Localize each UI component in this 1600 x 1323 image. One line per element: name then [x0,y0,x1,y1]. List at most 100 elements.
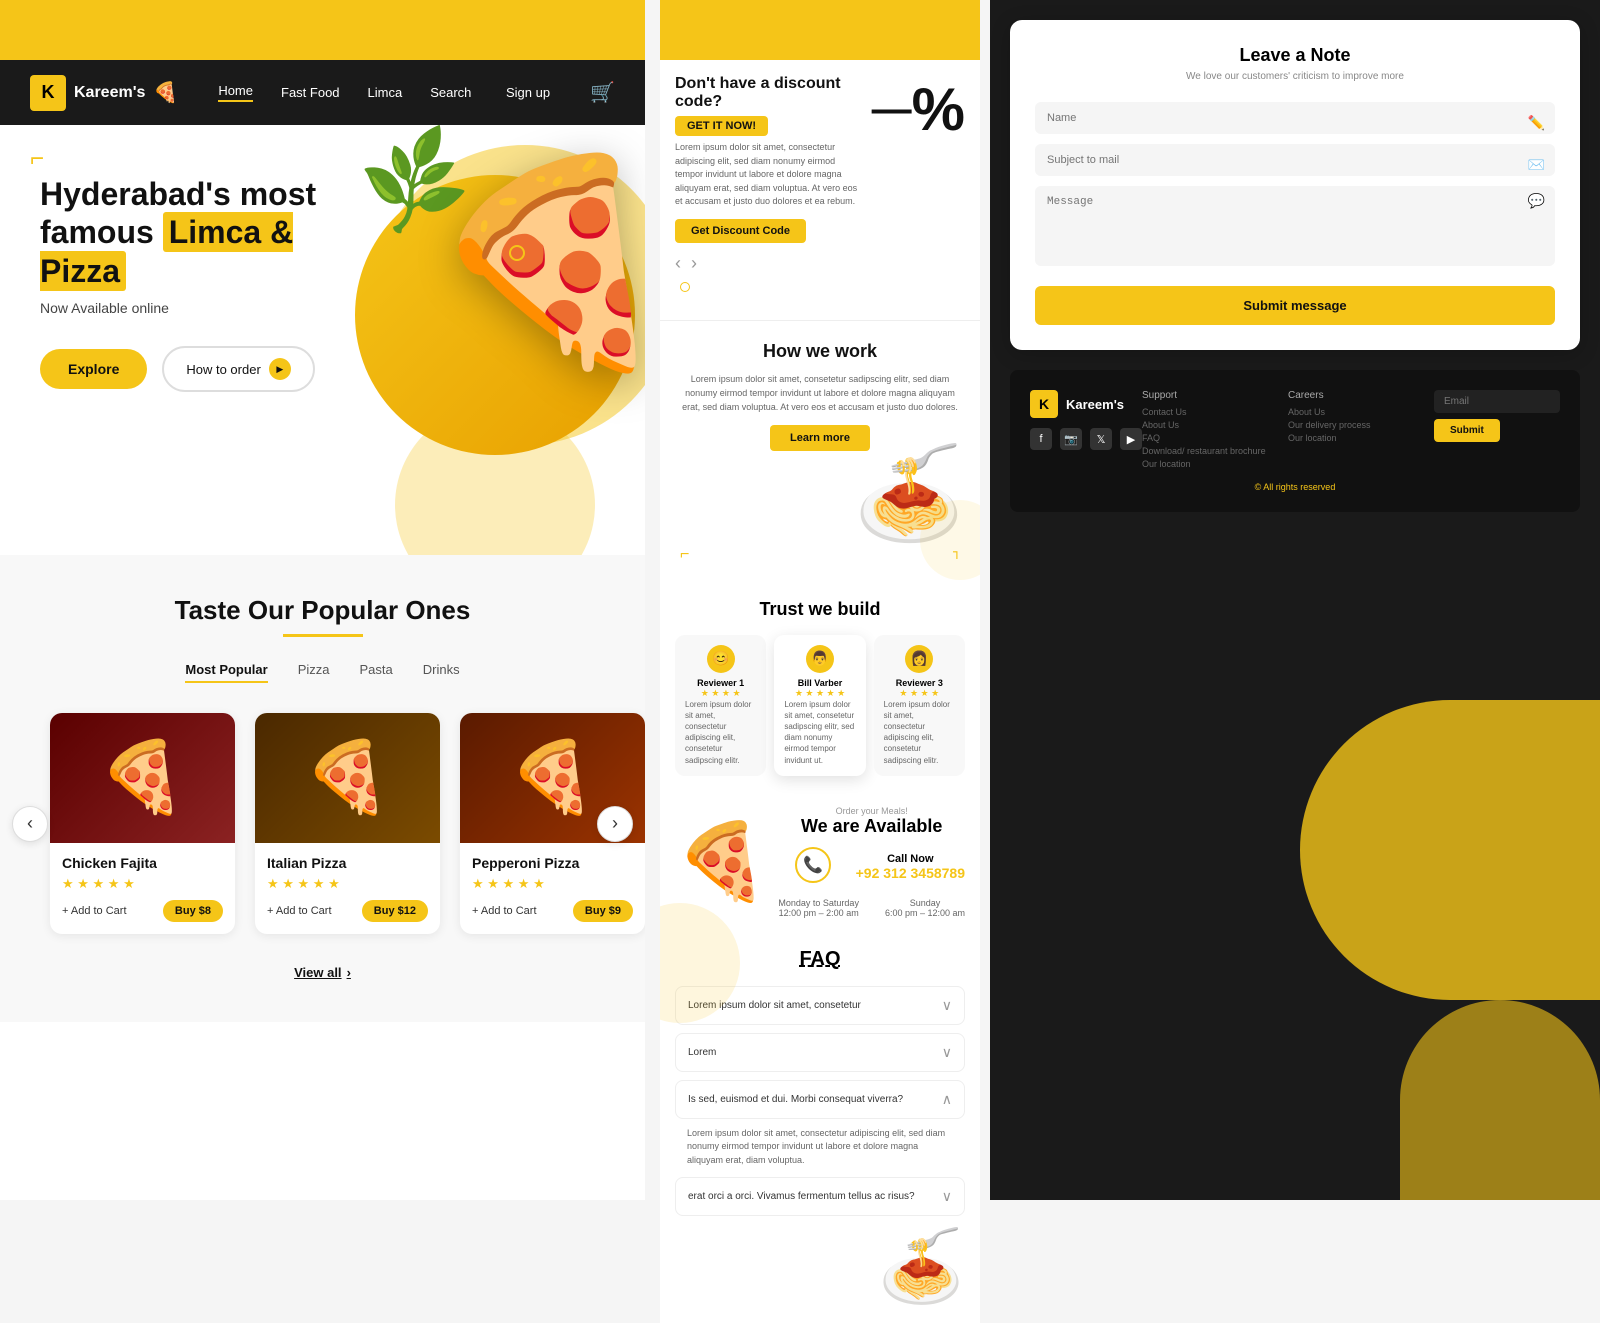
corner-decoration-tr: ⌐ [946,550,964,559]
discount-title: Don't have a discount code? [675,75,862,111]
mon-sat-label: Monday to Saturday [778,898,859,908]
product-image-2: 🍕 [255,713,440,843]
nav-limca[interactable]: Limca [368,85,403,100]
brand-icon: 🍕 [153,80,178,105]
navbar: K Kareem's 🍕 Home Fast Food Limca Search… [0,60,645,125]
product-name-3: Pepperoni Pizza [472,855,633,871]
prev-button[interactable]: ‹ [12,806,48,842]
facebook-icon[interactable]: f [1030,428,1052,450]
call-icon: 📞 [795,847,831,883]
product-card-2: 🍕 Italian Pizza ★ ★ ★ ★ ★ + Add to Cart … [255,713,440,934]
how-we-work-text: Lorem ipsum dolor sit amet, consetetur s… [675,372,965,415]
submit-message-button[interactable]: Submit message [1035,286,1555,325]
instagram-icon[interactable]: 📷 [1060,428,1082,450]
footer-submit-button[interactable]: Submit [1434,419,1500,442]
get-it-now-badge[interactable]: GET IT NOW! [675,116,768,136]
review-stars-2: ★ ★ ★ ★ ★ [784,688,855,699]
message-input-wrapper: 💬 [1035,186,1555,281]
add-to-cart-3[interactable]: + Add to Cart [472,905,537,917]
get-discount-button[interactable]: Get Discount Code [675,219,806,243]
add-to-cart-1[interactable]: + Add to Cart [62,905,127,917]
call-box: 📞 Call Now +92 312 3458789 Monday to Sat… [778,847,965,918]
hero-buttons: Explore How to order ▶ [40,346,605,392]
footer-faq[interactable]: FAQ [1142,433,1268,443]
nav-links: Home Fast Food Limca Search [218,83,471,102]
buy-button-1[interactable]: Buy $8 [163,900,223,922]
hours-row: Monday to Saturday 12:00 pm – 2:00 am Su… [778,898,965,918]
discount-dash: — [872,87,912,132]
view-all-row: View all › [30,964,615,982]
product-image-1: 🍕 [50,713,235,843]
nav-fast-food[interactable]: Fast Food [281,85,340,100]
top-yellow-bar [0,0,645,60]
leave-note-subtitle: We love our customers' criticism to impr… [1035,71,1555,82]
carousel-prev-arrow[interactable]: ‹ [675,253,681,274]
faq-toggle-2[interactable]: ∨ [942,1044,952,1061]
sunday-hours: 6:00 pm – 12:00 am [885,908,965,918]
brand-name: Kareem's [74,84,145,102]
newsletter-column: Submit [1434,390,1560,472]
view-all-text: View all [294,965,341,980]
footer-delivery-process[interactable]: Our delivery process [1288,420,1414,430]
product-name-2: Italian Pizza [267,855,428,871]
pizza-available-image: 🍕 [675,824,768,899]
logo-box: K [30,75,66,111]
faq-toggle-4[interactable]: ∨ [942,1188,952,1205]
footer-about-us[interactable]: About Us [1142,420,1268,430]
discount-percent: % [912,75,965,144]
product-actions-2: + Add to Cart Buy $12 [267,900,428,922]
buy-button-2[interactable]: Buy $12 [362,900,428,922]
tab-drinks[interactable]: Drinks [423,662,460,683]
reviewer-avatar-3: 👩 [905,645,933,673]
reviewer-avatar-2: 👨 [806,645,834,673]
faq-toggle-1[interactable]: ∨ [942,997,952,1014]
next-button[interactable]: › [597,806,633,842]
how-to-order-button[interactable]: How to order ▶ [162,346,314,392]
footer-contact-us[interactable]: Contact Us [1142,407,1268,417]
reviewer-name-1: Reviewer 1 [685,678,756,688]
twitter-icon[interactable]: 𝕏 [1090,428,1112,450]
message-input-icon: 💬 [1528,193,1545,210]
name-input-wrapper: ✏️ [1035,102,1555,144]
product-info-1: Chicken Fajita ★ ★ ★ ★ ★ + Add to Cart B… [50,843,235,934]
footer-logo-box: K [1030,390,1058,418]
explore-button[interactable]: Explore [40,349,147,389]
message-textarea[interactable] [1035,186,1555,266]
cart-icon[interactable]: 🛒 [590,80,615,105]
how-we-work-title: How we work [675,341,965,362]
youtube-icon[interactable]: ▶ [1120,428,1142,450]
view-all-link[interactable]: View all › [294,965,351,980]
product-name-1: Chicken Fajita [62,855,223,871]
reviewer-avatar-1: 😊 [707,645,735,673]
products-row: 🍕 Chicken Fajita ★ ★ ★ ★ ★ + Add to Cart… [50,713,595,934]
nav-home[interactable]: Home [218,83,253,102]
add-to-cart-2[interactable]: + Add to Cart [267,905,332,917]
name-input[interactable] [1035,102,1555,134]
footer-location[interactable]: Our location [1142,459,1268,469]
footer-brochure[interactable]: Download/ restaurant brochure [1142,446,1268,456]
faq-question-4: erat orci a orci. Vivamus fermentum tell… [688,1191,915,1202]
buy-button-3[interactable]: Buy $9 [573,900,633,922]
nav-search[interactable]: Search [430,85,471,100]
product-stars-3: ★ ★ ★ ★ ★ [472,876,633,892]
product-info-2: Italian Pizza ★ ★ ★ ★ ★ + Add to Cart Bu… [255,843,440,934]
tab-pasta[interactable]: Pasta [360,662,393,683]
faq-toggle-3[interactable]: ∧ [942,1091,952,1108]
discount-body-text: Lorem ipsum dolor sit amet, consectetur … [675,141,862,209]
hero-subtitle: Now Available online [40,300,605,316]
review-stars-3: ★ ★ ★ ★ [884,688,955,699]
footer-our-location[interactable]: Our location [1288,433,1414,443]
faq-answer-3: Lorem ipsum dolor sit amet, consectetur … [675,1127,965,1178]
subject-input[interactable] [1035,144,1555,176]
reviews-row: 😊 Reviewer 1 ★ ★ ★ ★ Lorem ipsum dolor s… [675,635,965,776]
footer-about[interactable]: About Us [1288,407,1414,417]
product-stars-2: ★ ★ ★ ★ ★ [267,876,428,892]
careers-column-title: Careers [1288,390,1414,401]
carousel-next-arrow[interactable]: › [691,253,697,274]
tab-most-popular[interactable]: Most Popular [185,662,267,683]
footer-email-input[interactable] [1434,390,1560,413]
review-text-3: Lorem ipsum dolor sit amet, consectetur … [884,699,955,766]
category-tabs: Most Popular Pizza Pasta Drinks [30,662,615,683]
nav-signup[interactable]: Sign up [506,85,550,100]
tab-pizza[interactable]: Pizza [298,662,330,683]
